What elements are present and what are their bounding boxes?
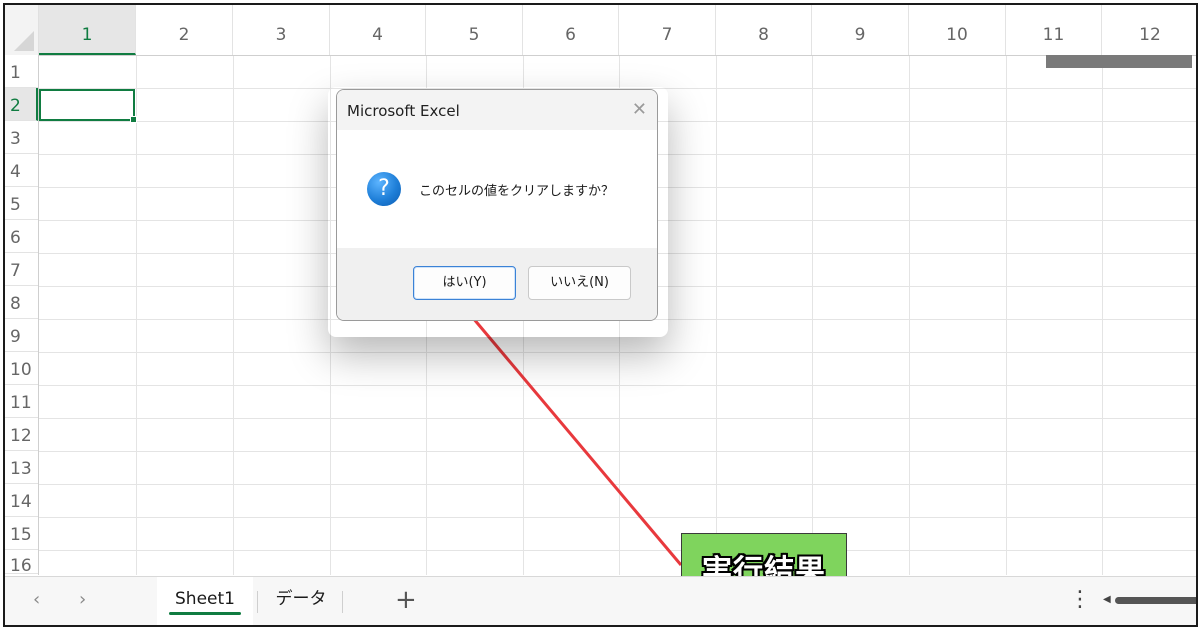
question-icon: ? [367,172,401,206]
confirm-dialog: Microsoft Excel ✕ ? このセルの値をクリアしますか？ はい(Y… [336,89,658,321]
dialog-message: このセルの値をクリアしますか？ [419,184,615,199]
yes-button[interactable]: はい(Y) [413,266,516,300]
no-button[interactable]: いいえ(N) [528,266,631,300]
prev-sheet-icon[interactable]: ‹ [33,589,40,610]
close-icon[interactable]: ✕ [632,99,647,120]
scroll-left-icon[interactable]: ◀ [1103,594,1111,605]
dialog-body: ? このセルの値をクリアしますか？ [337,130,657,248]
tab-separator [257,591,258,613]
next-sheet-icon[interactable]: › [79,589,86,610]
dialog-title: Microsoft Excel [347,102,460,120]
more-options-icon[interactable]: ⋮ [1069,587,1091,612]
horizontal-scrollbar[interactable] [1115,597,1196,604]
sheet-tab-sheet1[interactable]: Sheet1 [157,577,253,625]
sheet-tab-label: Sheet1 [175,589,235,609]
tab-separator [342,591,343,613]
sheet-tab-label: データ [275,589,327,609]
dialog-titlebar[interactable]: Microsoft Excel ✕ [337,90,657,130]
add-sheet-icon[interactable]: + [395,585,417,615]
sheet-tab-data[interactable]: データ [261,577,341,625]
active-tab-underline [169,612,241,615]
excel-window: 1 2 3 4 5 6 7 8 9 10 11 12 1 2 3 4 5 6 7… [3,3,1198,627]
sheet-tab-bar: ‹ › Sheet1 データ + ⋮ ◀ [5,576,1196,625]
dialog-footer: はい(Y) いいえ(N) [337,248,657,320]
